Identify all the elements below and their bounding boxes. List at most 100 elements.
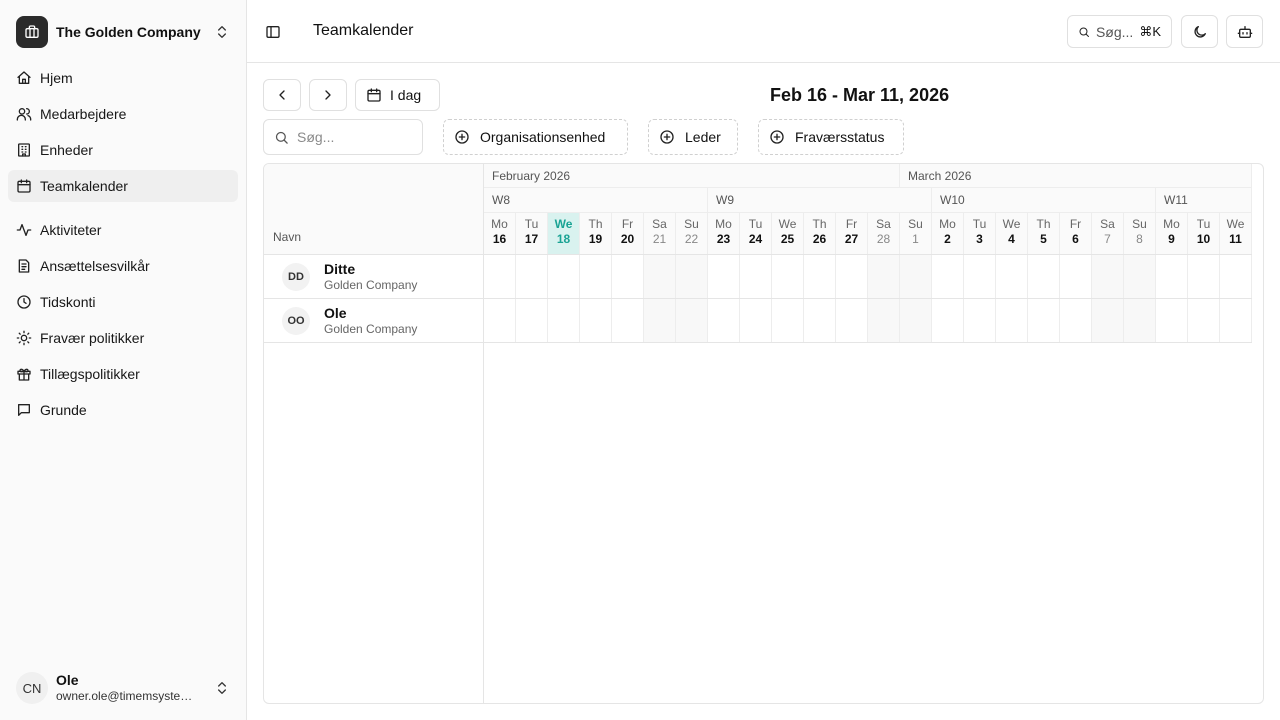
day-cell[interactable] <box>1092 255 1124 298</box>
day-cell[interactable] <box>1188 299 1220 342</box>
day-number: 4 <box>1008 232 1015 246</box>
filter-organisationsenhed[interactable]: Organisationsenhed <box>443 119 628 155</box>
day-cell[interactable] <box>484 299 516 342</box>
day-cell[interactable] <box>708 299 740 342</box>
name-column-header: Navn <box>264 164 483 255</box>
day-cell[interactable] <box>548 299 580 342</box>
sidebar-item-label: Teamkalender <box>40 178 128 194</box>
day-cell[interactable] <box>644 299 676 342</box>
day-header: Sa 21 <box>644 213 676 254</box>
sidebar-item-fravaer-politikker[interactable]: Fravær politikker <box>8 322 238 354</box>
day-cell[interactable] <box>1220 255 1252 298</box>
gift-icon <box>17 368 31 381</box>
next-period-button[interactable] <box>309 79 347 111</box>
day-cell[interactable] <box>932 299 964 342</box>
day-name: We <box>1002 217 1021 231</box>
day-cell[interactable] <box>1028 299 1060 342</box>
day-cell[interactable] <box>1124 255 1156 298</box>
day-cell[interactable] <box>1220 299 1252 342</box>
day-cell[interactable] <box>612 299 644 342</box>
filter-leder[interactable]: Leder <box>648 119 738 155</box>
assistant-button[interactable] <box>1226 15 1263 48</box>
week-label: W9 <box>708 188 932 213</box>
global-search-button[interactable]: Søg... ⌘K <box>1067 15 1172 48</box>
day-number: 18 <box>556 232 571 246</box>
sidebar-item-tidskonti[interactable]: Tidskonti <box>8 286 238 318</box>
day-cell[interactable] <box>836 255 868 298</box>
day-cell[interactable] <box>612 255 644 298</box>
day-cell[interactable] <box>516 255 548 298</box>
day-cell[interactable] <box>996 299 1028 342</box>
day-number: 17 <box>524 232 539 246</box>
day-cell[interactable] <box>996 255 1028 298</box>
day-cell[interactable] <box>1028 255 1060 298</box>
day-cell[interactable] <box>772 299 804 342</box>
day-cell[interactable] <box>676 255 708 298</box>
day-cell[interactable] <box>1060 255 1092 298</box>
day-name: Sa <box>1100 217 1115 231</box>
sidebar-item-teamkalender[interactable]: Teamkalender <box>8 170 238 202</box>
day-name: Th <box>588 217 603 231</box>
day-cell[interactable] <box>1124 299 1156 342</box>
day-cell[interactable] <box>484 255 516 298</box>
day-cell[interactable] <box>868 255 900 298</box>
sidebar-item-enheder[interactable]: Enheder <box>8 134 238 166</box>
sidebar-item-medarbejdere[interactable]: Medarbejdere <box>8 98 238 130</box>
sidebar-item-hjem[interactable]: Hjem <box>8 62 238 94</box>
sidebar-item-grunde[interactable]: Grunde <box>8 394 238 426</box>
day-cell[interactable] <box>964 299 996 342</box>
day-name: Th <box>1036 217 1051 231</box>
theme-toggle-button[interactable] <box>1181 15 1218 48</box>
day-cell[interactable] <box>740 299 772 342</box>
user-menu[interactable]: CN Ole owner.ole@timemsystem.dk <box>8 664 238 712</box>
calendar-grid: February 2026 March 2026 W8 W9 W10 W11 Mo 16 T… <box>484 164 1252 703</box>
sidebar-toggle-button[interactable] <box>261 20 285 44</box>
day-cell[interactable] <box>1092 299 1124 342</box>
sun-icon <box>16 330 32 346</box>
day-cell[interactable] <box>676 299 708 342</box>
week-header-row: W8 W9 W10 W11 <box>484 188 1252 213</box>
day-cell[interactable] <box>1156 299 1188 342</box>
day-cell[interactable] <box>804 299 836 342</box>
plus-circle-icon <box>455 130 469 144</box>
sidebar-item-label: Ansættelsesvilkår <box>40 258 150 274</box>
day-cell[interactable] <box>1060 299 1092 342</box>
day-cell[interactable] <box>548 255 580 298</box>
day-cell[interactable] <box>708 255 740 298</box>
day-cell[interactable] <box>1188 255 1220 298</box>
day-cell[interactable] <box>580 299 612 342</box>
day-header: Th 19 <box>580 213 612 254</box>
day-cell[interactable] <box>932 255 964 298</box>
day-cell[interactable] <box>1156 255 1188 298</box>
day-cell[interactable] <box>772 255 804 298</box>
today-button[interactable]: I dag <box>355 79 440 111</box>
day-number: 6 <box>1072 232 1079 246</box>
day-cell[interactable] <box>740 255 772 298</box>
person-row[interactable]: OO Ole Golden Company <box>264 299 483 343</box>
day-cell[interactable] <box>804 255 836 298</box>
day-number: 20 <box>620 232 635 246</box>
day-cell[interactable] <box>868 299 900 342</box>
day-cell[interactable] <box>644 255 676 298</box>
day-cell[interactable] <box>900 255 932 298</box>
employee-search-input[interactable] <box>297 129 407 145</box>
month-header-row: February 2026 March 2026 <box>484 164 1252 188</box>
company-switcher[interactable]: The Golden Company <box>8 8 238 56</box>
day-cell[interactable] <box>964 255 996 298</box>
sidebar-item-ansaettelsesvilkar[interactable]: Ansættelsesvilkår <box>8 250 238 282</box>
day-number: 1 <box>912 232 919 246</box>
sidebar-item-label: Medarbejdere <box>40 106 127 122</box>
user-email: owner.ole@timemsystem.dk <box>56 689 198 703</box>
person-unit: Golden Company <box>324 277 418 292</box>
day-cell[interactable] <box>900 299 932 342</box>
day-cell[interactable] <box>836 299 868 342</box>
prev-period-button[interactable] <box>263 79 301 111</box>
sidebar-item-aktiviteter[interactable]: Aktiviteter <box>8 214 238 246</box>
day-cell[interactable] <box>580 255 612 298</box>
sidebar-item-tillaegspolitikker[interactable]: Tillægspolitikker <box>8 358 238 390</box>
day-number: 10 <box>1196 232 1211 246</box>
person-row[interactable]: DD Ditte Golden Company <box>264 255 483 299</box>
filter-fravaersstatus[interactable]: Fraværsstatus <box>758 119 904 155</box>
company-logo <box>16 16 48 48</box>
day-cell[interactable] <box>516 299 548 342</box>
